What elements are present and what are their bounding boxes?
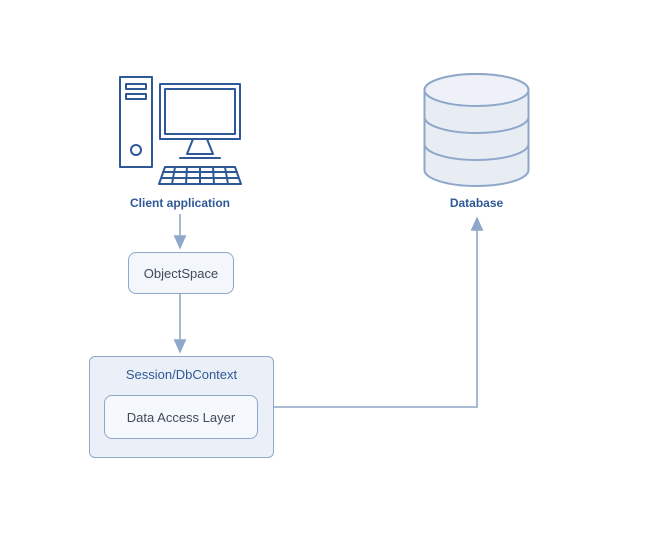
diagram-canvas: Client application Database ObjectSpace … bbox=[0, 0, 662, 542]
connectors bbox=[0, 0, 662, 542]
arrow-session-to-database bbox=[273, 218, 477, 407]
